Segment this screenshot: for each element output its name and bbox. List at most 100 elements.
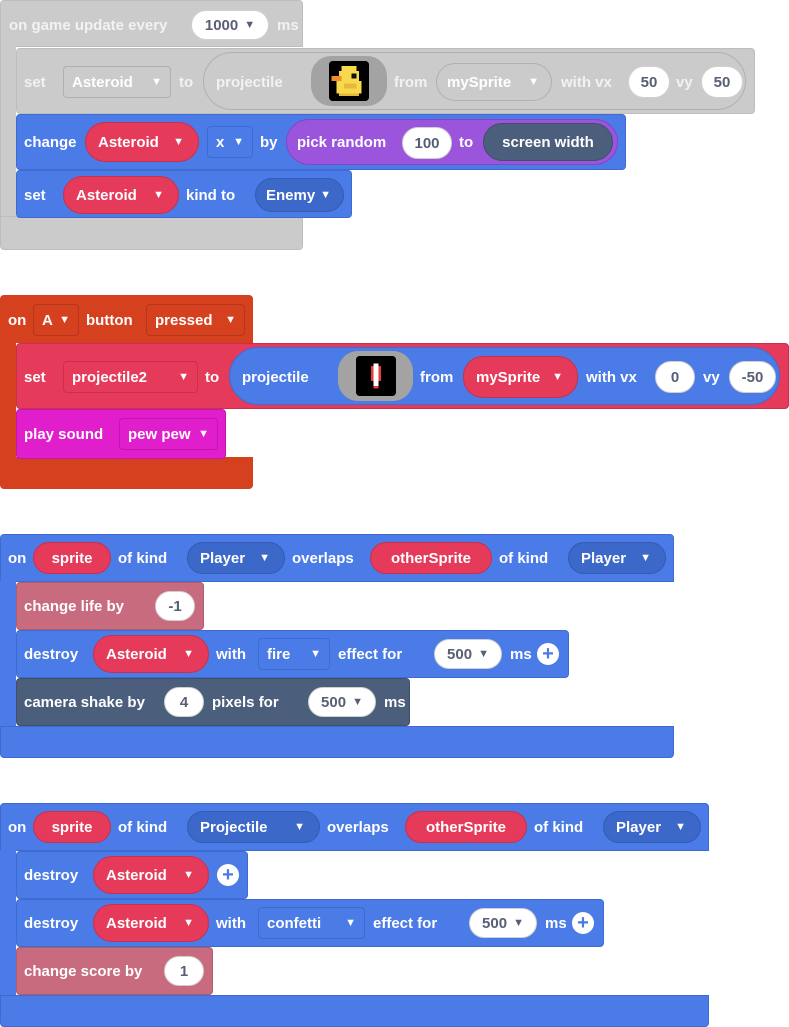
- source-sprite-reporter[interactable]: mySprite ▼: [463, 356, 578, 398]
- chevron-down-icon: ▼: [183, 917, 194, 929]
- screen-width-value: screen width: [502, 133, 594, 151]
- button-mouth: [0, 342, 16, 458]
- button-foot: [0, 457, 253, 489]
- variable-value: Asteroid: [76, 186, 137, 204]
- duck-sprite-art: [329, 61, 369, 101]
- kind-value: Player: [616, 818, 662, 836]
- game-update-foot: [0, 216, 303, 250]
- ms-label: ms: [277, 17, 299, 34]
- kind-dropdown-player-2[interactable]: Player ▼: [568, 542, 666, 574]
- life-change-input[interactable]: -1: [155, 591, 195, 621]
- of-kind-label: of kind: [118, 819, 168, 836]
- button-dropdown-a[interactable]: A ▼: [33, 304, 79, 336]
- duration-value: 500: [447, 645, 473, 663]
- add-parameter-plus-icon[interactable]: +: [217, 864, 239, 886]
- game-update-mouth: [0, 46, 16, 216]
- effect-value: confetti: [267, 914, 322, 932]
- other-sprite-param-reporter[interactable]: otherSprite: [405, 811, 527, 843]
- sprite-image-picker[interactable]: [338, 351, 413, 401]
- button-label: button: [86, 312, 133, 329]
- overlaps-label: overlaps: [292, 550, 354, 567]
- on-label: on: [8, 550, 27, 567]
- of-kind-label: of kind: [118, 550, 168, 567]
- source-value: mySprite: [476, 368, 541, 386]
- random-min-input[interactable]: 100: [402, 127, 452, 159]
- set-label: set: [24, 187, 46, 204]
- button-action-dropdown[interactable]: pressed ▼: [146, 304, 245, 336]
- add-parameter-plus-icon[interactable]: +: [572, 912, 594, 934]
- variable-value: Asteroid: [98, 133, 159, 151]
- chevron-down-icon: ▼: [345, 917, 356, 929]
- variable-reporter-asteroid[interactable]: Asteroid ▼: [63, 176, 179, 214]
- kind-dropdown-enemy[interactable]: Enemy ▼: [255, 178, 344, 212]
- with-vx-label: with vx: [561, 74, 612, 91]
- ms-label: ms: [384, 694, 406, 711]
- overlaps-label: overlaps: [327, 819, 389, 836]
- source-sprite-dropdown[interactable]: mySprite ▼: [436, 63, 552, 101]
- kind-dropdown-player[interactable]: Player ▼: [603, 811, 701, 843]
- kind-dropdown-player[interactable]: Player ▼: [187, 542, 285, 574]
- chevron-down-icon: ▼: [183, 648, 194, 660]
- score-change-input[interactable]: 1: [164, 956, 204, 986]
- vy-input[interactable]: -50: [729, 361, 776, 393]
- sound-dropdown[interactable]: pew pew ▼: [119, 418, 218, 450]
- screen-width-reporter[interactable]: screen width: [483, 123, 613, 161]
- sound-value: pew pew: [128, 425, 191, 443]
- bullet-sprite-icon: [355, 356, 396, 396]
- effect-duration-dropdown[interactable]: 500 ▼: [434, 639, 502, 669]
- other-sprite-param-reporter[interactable]: otherSprite: [370, 542, 492, 574]
- variable-dropdown-projectile2[interactable]: projectile2 ▼: [63, 361, 198, 393]
- vy-label: vy: [703, 369, 720, 386]
- effect-duration-dropdown[interactable]: 500 ▼: [469, 908, 537, 938]
- sprite-param-reporter[interactable]: sprite: [33, 811, 111, 843]
- overlap2-foot: [0, 995, 709, 1027]
- chevron-down-icon: ▼: [552, 371, 563, 383]
- chevron-down-icon: ▼: [151, 76, 162, 88]
- variable-dropdown-asteroid[interactable]: Asteroid ▼: [63, 66, 171, 98]
- variable-reporter-asteroid[interactable]: Asteroid ▼: [93, 635, 209, 673]
- projectile-label: projectile: [216, 74, 283, 91]
- other-sprite-value: otherSprite: [425, 818, 506, 836]
- variable-reporter-asteroid[interactable]: Asteroid ▼: [93, 856, 209, 894]
- chevron-down-icon: ▼: [675, 821, 686, 833]
- on-label: on: [8, 819, 27, 836]
- vx-input[interactable]: 0: [655, 361, 695, 393]
- to-label: to: [205, 369, 220, 386]
- chevron-down-icon: ▼: [59, 314, 70, 326]
- of-kind-label-2: of kind: [534, 819, 584, 836]
- kind-to-label: kind to: [186, 187, 236, 204]
- to-label: to: [459, 134, 474, 151]
- chevron-down-icon: ▼: [183, 869, 194, 881]
- chevron-down-icon: ▼: [153, 189, 164, 201]
- effect-dropdown-fire[interactable]: fire ▼: [258, 638, 330, 670]
- update-interval-dropdown[interactable]: 1000 ▼: [191, 10, 269, 40]
- camera-shake-label: camera shake by: [24, 694, 145, 711]
- shake-pixels-input[interactable]: 4: [164, 687, 204, 717]
- set-label: set: [24, 74, 46, 91]
- effect-dropdown-confetti[interactable]: confetti ▼: [258, 907, 365, 939]
- sprite-param-reporter[interactable]: sprite: [33, 542, 111, 574]
- kind-value: Player: [200, 549, 246, 567]
- action-value: pressed: [155, 311, 213, 329]
- with-vx-label: with vx: [586, 369, 637, 386]
- property-dropdown-x[interactable]: x ▼: [207, 126, 253, 158]
- sprite-image-picker[interactable]: [311, 56, 387, 106]
- pick-random-label: pick random: [297, 134, 387, 151]
- shake-duration-dropdown[interactable]: 500 ▼: [308, 687, 376, 717]
- vy-input[interactable]: 50: [701, 66, 743, 98]
- on-label: on: [8, 312, 27, 329]
- from-label: from: [420, 369, 454, 386]
- variable-reporter-asteroid[interactable]: Asteroid ▼: [85, 122, 199, 162]
- variable-reporter-asteroid[interactable]: Asteroid ▼: [93, 904, 209, 942]
- chevron-down-icon: ▼: [310, 648, 321, 660]
- from-label: from: [394, 74, 428, 91]
- play-sound-label: play sound: [24, 426, 104, 443]
- add-parameter-plus-icon[interactable]: +: [537, 643, 559, 665]
- variable-value: Asteroid: [106, 914, 167, 932]
- duration-value: 500: [482, 914, 508, 932]
- kind-dropdown-projectile[interactable]: Projectile ▼: [187, 811, 320, 843]
- variable-value: projectile2: [72, 368, 148, 386]
- destroy-label: destroy: [24, 646, 79, 663]
- chevron-down-icon: ▼: [244, 19, 256, 31]
- vx-input[interactable]: 50: [628, 66, 670, 98]
